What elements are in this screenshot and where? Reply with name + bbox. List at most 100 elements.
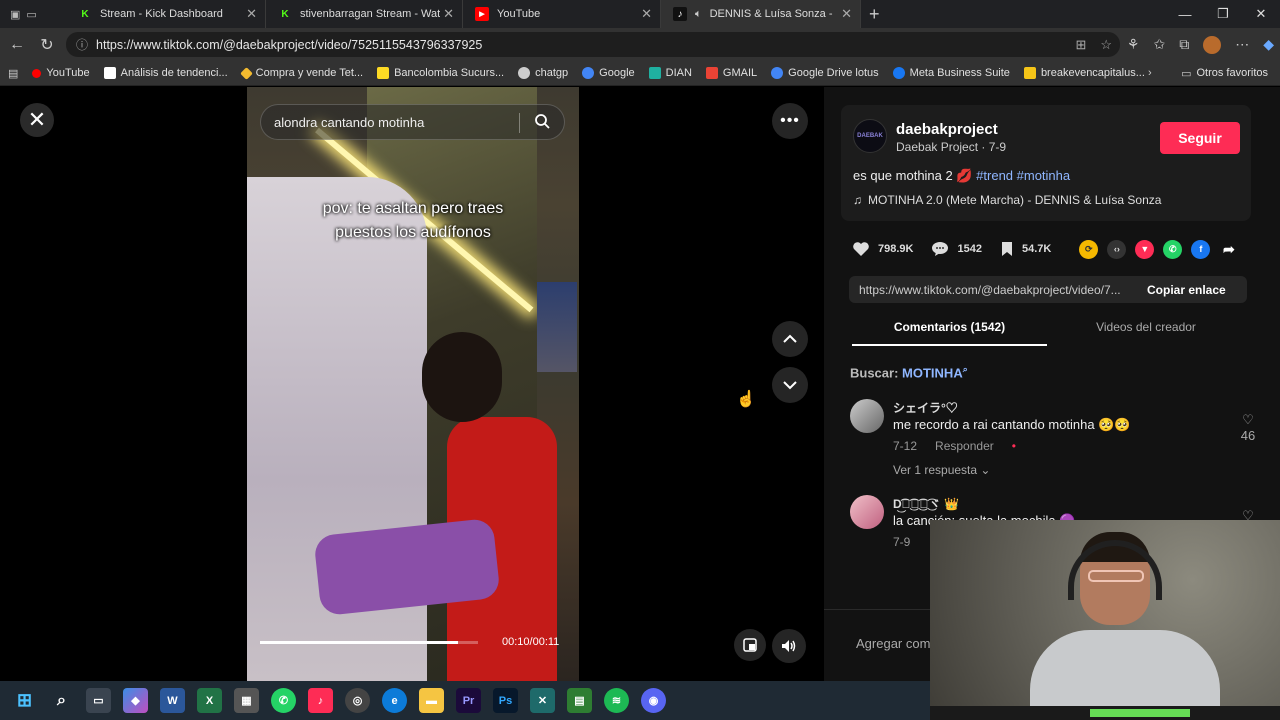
app-icon[interactable]: ◎ [345, 688, 370, 713]
file-explorer-icon[interactable]: ▬ [419, 688, 444, 713]
spotify-icon[interactable]: ≋ [604, 688, 629, 713]
binance-icon [239, 66, 253, 80]
speaker-icon[interactable]: 🔈︎ [695, 8, 702, 21]
tab-comments[interactable]: Comentarios (1542) [852, 320, 1047, 346]
word-icon[interactable]: W [160, 688, 185, 713]
commenter-name[interactable]: シェイラ°♡ [893, 399, 958, 416]
picture-in-picture-button[interactable] [734, 629, 766, 661]
browser-tab[interactable]: K stivenbarragan Stream - Watch Li ✕ [266, 0, 463, 28]
favorites-icon[interactable]: ✩ [1153, 36, 1165, 53]
close-window-icon[interactable]: ✕ [1242, 0, 1280, 28]
post-hashtags[interactable]: #trend #motinha [976, 168, 1070, 183]
view-replies-button[interactable]: Ver 1 respuesta ⌄ [893, 463, 990, 477]
bookmarks-overflow-icon[interactable]: › [1148, 67, 1152, 79]
like-button[interactable]: 798.9K [852, 241, 913, 257]
browser-tab-active[interactable]: ♪ 🔈︎ DENNIS & Luísa Sonza - MO ✕ [661, 0, 861, 28]
back-icon[interactable]: ← [2, 36, 32, 54]
bookmark-item[interactable]: Google [582, 67, 635, 79]
tab-actions-icon[interactable]: ▭ [26, 8, 36, 21]
browser-tab[interactable]: ▶ YouTube ✕ [463, 0, 661, 28]
search-icon[interactable] [534, 113, 550, 132]
task-view-icon[interactable]: ▭ [86, 688, 111, 713]
other-favorites[interactable]: ▭ Otros favoritos [1181, 67, 1268, 80]
extensions-icon[interactable]: ⚘ [1127, 36, 1140, 53]
share-arrow-icon[interactable]: ➦ [1219, 240, 1238, 259]
commenter-name[interactable]: D͜͡ヾ͜͡ヾ͜͡ヾ͜͡ヾ 👑 [893, 495, 959, 512]
windows-start-icon[interactable]: ⊞ [12, 688, 37, 713]
next-video-button[interactable] [772, 367, 808, 403]
bookmark-item[interactable]: YouTube [32, 67, 90, 79]
close-video-button[interactable]: ✕ [20, 103, 54, 137]
site-info-icon[interactable]: ⓘ [76, 36, 88, 53]
bookmark-item[interactable]: Bancolombia Sucurs... [377, 67, 504, 79]
creator-username[interactable]: daebakproject [896, 121, 998, 138]
post-music[interactable]: ♫ MOTINHA 2.0 (Mete Marcha) - DENNIS & L… [853, 193, 1161, 207]
facebook-icon[interactable]: f [1191, 239, 1211, 259]
commenter-avatar[interactable] [850, 495, 884, 529]
repost-icon[interactable]: ⟳ [1079, 239, 1099, 259]
video-link[interactable]: https://www.tiktok.com/@daebakproject/vi… [849, 283, 1139, 297]
comment-like-button[interactable]: ♡ 46 [1236, 412, 1260, 443]
workspaces-icon[interactable]: ▣ [10, 8, 20, 21]
bookmark-item[interactable]: Compra y vende Tet... [239, 66, 363, 80]
calculator-icon[interactable]: ▦ [234, 688, 259, 713]
search-icon[interactable]: ⌕ [49, 688, 74, 713]
minimize-icon[interactable]: — [1166, 0, 1204, 28]
restore-icon[interactable]: ❐ [1204, 0, 1242, 28]
bookmark-item[interactable]: Meta Business Suite [892, 67, 1010, 79]
tiktok-icon[interactable]: ♪ [308, 688, 333, 713]
bookmark-item[interactable]: GMAIL [705, 67, 757, 79]
follow-button[interactable]: Seguir [1160, 122, 1240, 154]
refresh-icon[interactable]: ↻ [32, 35, 62, 55]
new-tab-icon[interactable]: + [869, 4, 880, 25]
favorite-star-icon[interactable]: ☆ [1100, 37, 1112, 53]
close-tab-icon[interactable]: ✕ [443, 6, 454, 22]
heart-outline-icon: ♡ [1242, 412, 1254, 427]
collections-icon[interactable]: ⧉ [1179, 36, 1189, 53]
reply-button[interactable]: Responder [935, 439, 994, 453]
whatsapp-icon[interactable]: ✆ [1163, 239, 1183, 259]
discord-icon[interactable]: ◉ [641, 688, 666, 713]
embed-icon[interactable]: ‹› [1107, 239, 1127, 259]
browser-tab[interactable]: K Stream - Kick Dashboard ✕ [66, 0, 266, 28]
video-progress-bar[interactable] [260, 641, 478, 644]
close-tab-icon[interactable]: ✕ [641, 6, 652, 22]
search-icon: ⌕ [962, 364, 968, 374]
more-options-button[interactable]: ••• [772, 103, 808, 139]
copilot-icon[interactable]: ◆ [1263, 36, 1274, 53]
close-tab-icon[interactable]: ✕ [246, 6, 257, 22]
send-icon[interactable]: ▼ [1135, 239, 1155, 259]
copy-link-button[interactable]: Copiar enlace [1147, 283, 1226, 297]
comment-button[interactable]: 1542 [931, 241, 982, 257]
video-search-bar[interactable]: alondra cantando motinha [260, 104, 565, 140]
bookmark-item[interactable]: Google Drive lotus [771, 67, 879, 79]
save-button[interactable]: 54.7K [1000, 241, 1051, 257]
app-available-icon[interactable]: ⊞ [1075, 37, 1086, 53]
copilot-icon[interactable]: ◆ [123, 688, 148, 713]
close-tab-icon[interactable]: ✕ [841, 6, 852, 22]
bookmark-icon [1001, 242, 1012, 256]
whatsapp-icon[interactable]: ✆ [271, 688, 296, 713]
reading-list-icon[interactable]: ▤ [8, 67, 18, 80]
bookmark-item[interactable]: DIAN [648, 67, 692, 79]
address-bar[interactable]: ⓘ https://www.tiktok.com/@daebakproject/… [66, 32, 1120, 57]
bookmark-item[interactable]: Análisis de tendenci... [103, 67, 228, 79]
bookmark-item[interactable]: chatgp [518, 67, 568, 79]
bookmark-item[interactable]: breakevencapitalus... [1023, 67, 1145, 79]
previous-video-button[interactable] [772, 321, 808, 357]
more-menu-icon[interactable]: ⋯ [1235, 36, 1249, 53]
edge-icon[interactable]: e [382, 688, 407, 713]
floating-player-icon [743, 638, 757, 652]
volume-button[interactable] [772, 629, 806, 663]
search-suggestion[interactable]: Buscar: MOTINHA⌕ [850, 364, 968, 380]
photoshop-icon[interactable]: Ps [493, 688, 518, 713]
premiere-icon[interactable]: Pr [456, 688, 481, 713]
excel-icon[interactable]: X [197, 688, 222, 713]
app-icon[interactable]: ✕ [530, 688, 555, 713]
commenter-avatar[interactable] [850, 399, 884, 433]
tab-creator-videos[interactable]: Videos del creador [1066, 320, 1226, 334]
video-player[interactable]: alondra cantando motinha pov: te asaltan… [247, 87, 579, 681]
app-icon[interactable]: ▤ [567, 688, 592, 713]
profile-avatar[interactable] [1203, 35, 1222, 54]
creator-avatar[interactable]: DAEBAK [853, 119, 887, 153]
